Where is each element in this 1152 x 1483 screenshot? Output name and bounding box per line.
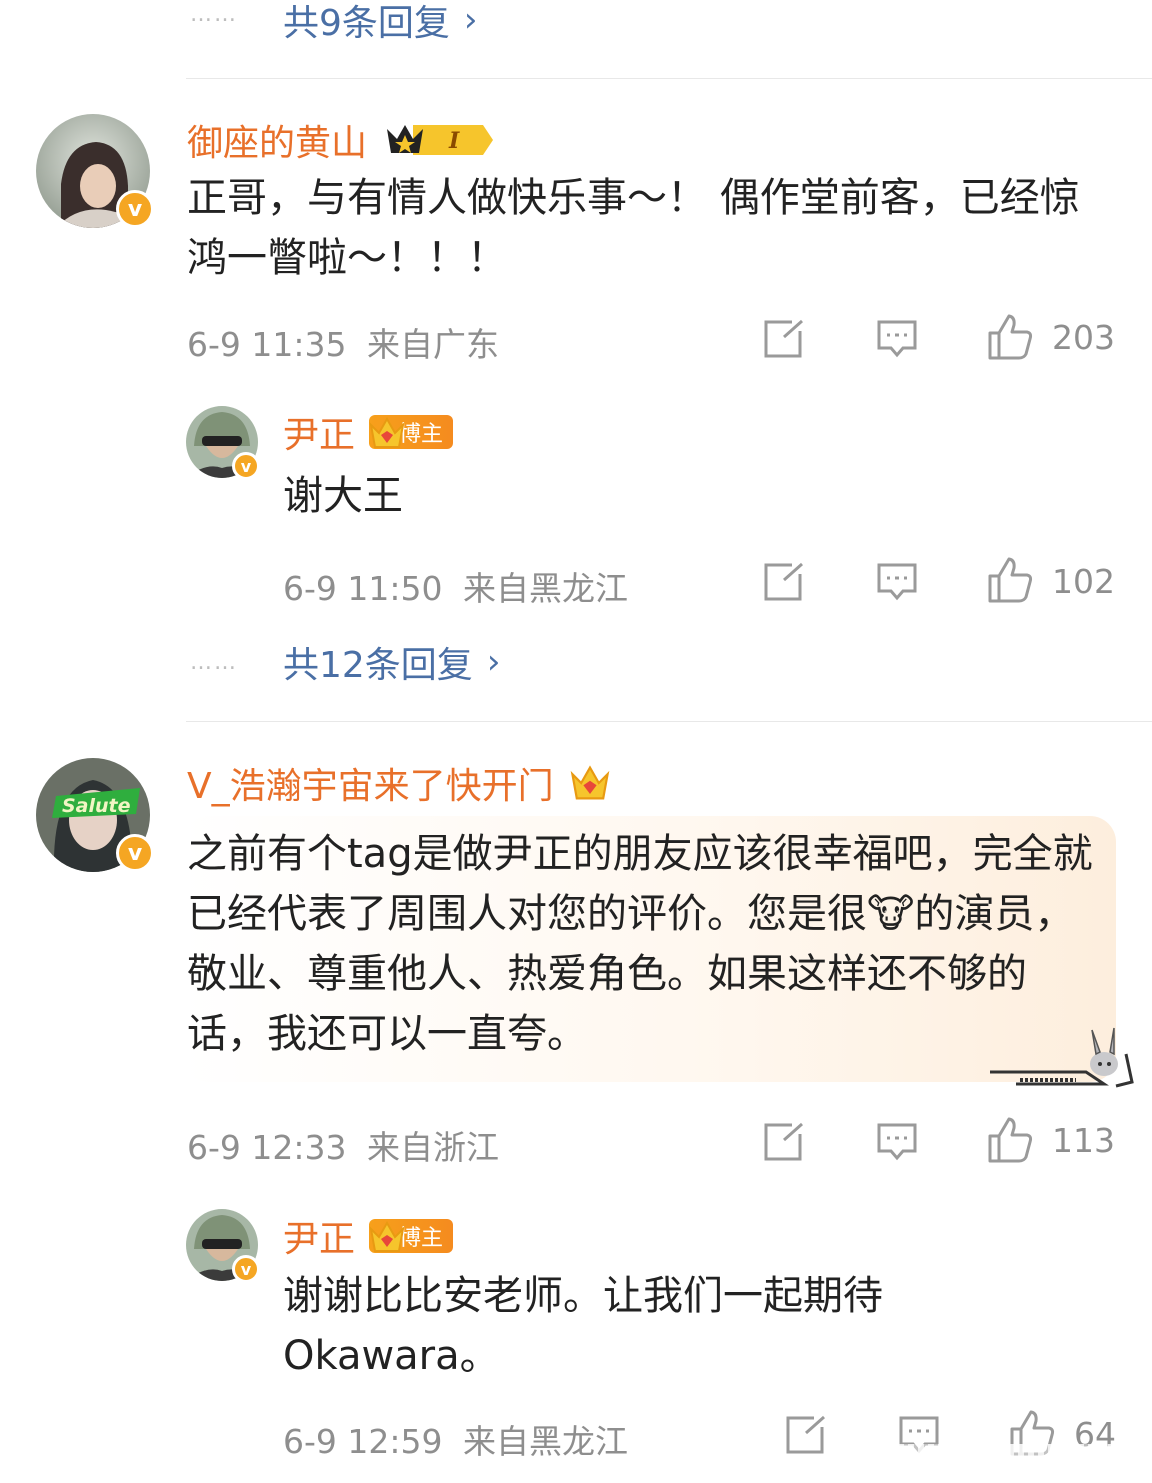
avatar[interactable]: Salute v	[36, 758, 154, 876]
reply-dots: ……	[190, 650, 238, 675]
reply-meta: 6-9 12:59 来自黑龙江	[283, 1415, 628, 1463]
comment-location: 来自浙江	[367, 1128, 499, 1167]
share-icon[interactable]	[760, 561, 806, 603]
like-icon[interactable]	[986, 312, 1034, 362]
crown-icon	[369, 1220, 405, 1252]
share-icon[interactable]	[760, 318, 806, 360]
like-icon[interactable]	[986, 555, 1034, 605]
watermark-overlay	[888, 1444, 1152, 1483]
reply-username[interactable]: 尹正	[283, 1210, 355, 1262]
reply-text: 谢谢比比安老师。让我们一起期待Okawara。	[283, 1273, 883, 1379]
comment-location: 来自广东	[367, 325, 499, 364]
like-count: 113	[1052, 1121, 1115, 1160]
comment-time: 6-9 12:33	[187, 1128, 347, 1167]
comment-icon[interactable]	[874, 1121, 920, 1163]
like-count: 102	[1052, 562, 1115, 601]
comment-text: 正哥，与有情人做快乐事～！ 偶作堂前客，已经惊鸿一瞥啦～！！！	[187, 175, 1080, 281]
crown-icon	[369, 416, 405, 448]
more-replies-link[interactable]: 共12条回复 ›	[283, 636, 500, 688]
level-badge-text: I	[448, 128, 460, 154]
like-count: 203	[1052, 318, 1115, 357]
reply-dots: ……	[190, 2, 238, 27]
blogger-badge: 博主	[369, 1219, 454, 1253]
avatar-text: Salute	[62, 795, 131, 817]
divider	[186, 78, 1152, 79]
comment-time: 6-9 11:35	[187, 325, 347, 364]
rabbit-sticker-icon	[986, 1024, 1136, 1090]
chevron-right-icon: ›	[463, 0, 478, 40]
reply-time: 6-9 11:50	[283, 569, 443, 608]
reply-avatar[interactable]: v	[186, 1209, 262, 1285]
more-replies-label: 共12条回复	[283, 645, 473, 686]
member-level-badge: I	[383, 119, 495, 161]
share-icon[interactable]	[782, 1414, 828, 1456]
chevron-right-icon: ›	[486, 642, 501, 682]
share-icon[interactable]	[760, 1121, 806, 1163]
username[interactable]: V_浩瀚宇宙来了快开门	[187, 757, 554, 809]
comment-meta: 6-9 12:33 来自浙江	[187, 1121, 499, 1169]
comment-meta: 6-9 11:35 来自广东	[187, 318, 499, 366]
verified-badge-icon: v	[232, 1255, 260, 1283]
more-replies-label: 共9条回复	[283, 3, 450, 44]
verified-badge-icon: v	[116, 190, 154, 228]
blogger-badge: 博主	[369, 415, 454, 449]
comment-icon[interactable]	[874, 561, 920, 603]
comment-icon[interactable]	[874, 318, 920, 360]
verified-badge-icon: v	[232, 452, 260, 480]
reply-meta: 6-9 11:50 来自黑龙江	[283, 562, 628, 610]
crown-icon	[570, 765, 609, 800]
verified-badge-icon: v	[116, 834, 154, 872]
reply-username[interactable]: 尹正	[283, 406, 355, 458]
comment-text: 之前有个tag是做尹正的朋友应该很幸福吧，完全就已经代表了周围人对您的评价。您是…	[187, 831, 1093, 1057]
reply-avatar[interactable]: v	[186, 406, 262, 482]
like-icon[interactable]	[986, 1115, 1034, 1165]
more-replies-link[interactable]: 共9条回复 ›	[283, 0, 478, 46]
divider	[186, 721, 1152, 722]
reply-text: 谢大王	[283, 473, 403, 519]
reply-time: 6-9 12:59	[283, 1422, 443, 1461]
reply-location: 来自黑龙江	[463, 569, 628, 608]
avatar[interactable]: v	[36, 114, 154, 232]
reply-location: 来自黑龙江	[463, 1422, 628, 1461]
username[interactable]: 御座的黄山	[187, 114, 367, 166]
